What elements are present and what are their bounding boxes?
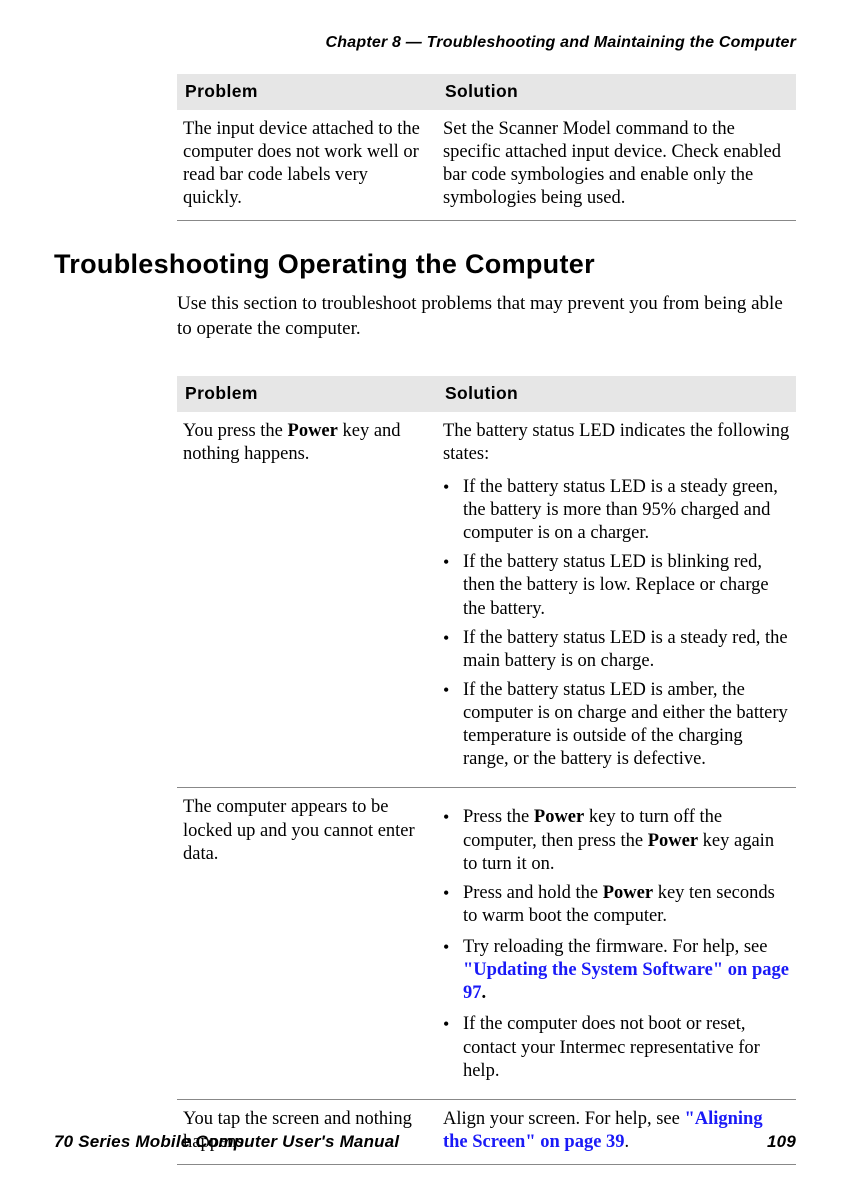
section-heading: Troubleshooting Operating the Computer bbox=[54, 249, 796, 280]
solution-intro: The battery status LED indicates the fol… bbox=[443, 420, 790, 466]
solution-cell: Set the Scanner Model command to the spe… bbox=[437, 110, 796, 221]
bullet-list: Press the Power key to turn off the comp… bbox=[443, 806, 790, 1082]
list-item: If the computer does not boot or reset, … bbox=[443, 1013, 790, 1082]
problem-cell: The computer appears to be locked up and… bbox=[177, 788, 437, 1099]
col-solution: Solution bbox=[437, 74, 796, 110]
list-item: Press and hold the Power key ten seconds… bbox=[443, 882, 790, 928]
manual-title: 70 Series Mobile Computer User's Manual bbox=[54, 1132, 399, 1152]
text: Press the bbox=[463, 807, 534, 827]
list-item: Press the Power key to turn off the comp… bbox=[443, 806, 790, 875]
col-problem: Problem bbox=[177, 376, 437, 412]
section-intro: Use this section to troubleshoot problem… bbox=[177, 292, 796, 341]
text: Align your screen. For help, see bbox=[443, 1109, 684, 1129]
page-footer: 70 Series Mobile Computer User's Manual … bbox=[54, 1132, 796, 1152]
col-problem: Problem bbox=[177, 74, 437, 110]
list-item: If the battery status LED is blinking re… bbox=[443, 551, 790, 620]
problem-cell: You press the Power key and nothing happ… bbox=[177, 412, 437, 788]
list-item: If the battery status LED is a steady gr… bbox=[443, 476, 790, 545]
text: . bbox=[481, 983, 486, 1003]
col-solution: Solution bbox=[437, 376, 796, 412]
text: You press the bbox=[183, 421, 288, 441]
chapter-header: Chapter 8 — Troubleshooting and Maintain… bbox=[54, 34, 796, 52]
table-row: The computer appears to be locked up and… bbox=[177, 788, 796, 1099]
list-item: Try reloading the firmware. For help, se… bbox=[443, 936, 790, 1005]
troubleshoot-table-2: Problem Solution You press the Power key… bbox=[177, 376, 796, 1165]
power-key-bold: Power bbox=[603, 883, 653, 903]
power-key-bold: Power bbox=[648, 831, 698, 851]
table-row: The input device attached to the compute… bbox=[177, 110, 796, 221]
solution-cell: Press the Power key to turn off the comp… bbox=[437, 788, 796, 1099]
solution-cell: The battery status LED indicates the fol… bbox=[437, 412, 796, 788]
list-item: If the battery status LED is amber, the … bbox=[443, 679, 790, 772]
page-number: 109 bbox=[767, 1132, 796, 1152]
bullet-list: If the battery status LED is a steady gr… bbox=[443, 476, 790, 772]
problem-cell: The input device attached to the compute… bbox=[177, 110, 437, 221]
text: Press and hold the bbox=[463, 883, 603, 903]
list-item: If the battery status LED is a steady re… bbox=[443, 627, 790, 673]
link-updating-system-software[interactable]: "Updating the System Software" on page 9… bbox=[463, 960, 789, 1003]
text: Try reloading the firmware. For help, se… bbox=[463, 937, 768, 957]
power-key-bold: Power bbox=[534, 807, 584, 827]
power-key-bold: Power bbox=[288, 421, 338, 441]
table-row: You press the Power key and nothing happ… bbox=[177, 412, 796, 788]
troubleshoot-table-1: Problem Solution The input device attach… bbox=[177, 74, 796, 221]
